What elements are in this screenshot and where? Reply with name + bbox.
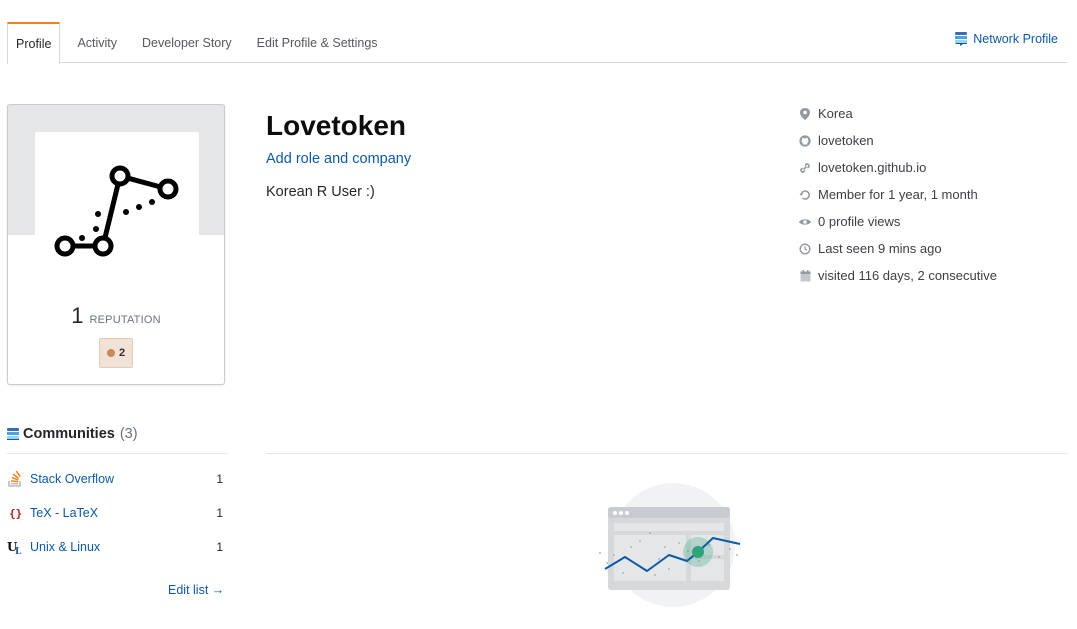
tab-activity[interactable]: Activity: [69, 23, 125, 63]
community-reputation: 1: [216, 540, 223, 554]
communities-title: Communities: [23, 426, 115, 442]
stackoverflow-icon: [7, 471, 23, 487]
detail-website-text[interactable]: lovetoken.github.io: [818, 160, 926, 175]
history-icon: [799, 189, 811, 201]
avatar-graph-image: [54, 165, 179, 257]
detail-github-text[interactable]: lovetoken: [818, 133, 874, 148]
avatar[interactable]: [35, 132, 199, 296]
tab-edit-profile-settings[interactable]: Edit Profile & Settings: [249, 23, 386, 63]
detail-member-for-text: Member for 1 year, 1 month: [818, 187, 978, 202]
reputation-label: REPUTATION: [89, 314, 161, 326]
avatar-card: 1 REPUTATION 2: [7, 104, 225, 385]
edit-communities-link[interactable]: Edit list →: [168, 583, 224, 597]
detail-visited: visited 116 days, 2 consecutive: [799, 262, 1069, 289]
detail-last-seen-text: Last seen 9 mins ago: [818, 241, 942, 256]
main-section-divider: [266, 453, 1067, 454]
svg-text:{}: {}: [9, 507, 22, 520]
detail-website[interactable]: lovetoken.github.io: [799, 154, 1069, 181]
user-display-name: Lovetoken: [266, 110, 407, 141]
svg-text:L: L: [15, 547, 22, 555]
community-reputation: 1: [216, 506, 223, 520]
profile-tabs: Profile Activity Developer Story Edit Pr…: [7, 21, 395, 64]
communities-divider: [7, 453, 227, 454]
community-list: Stack Overflow 1 {} TeX - LaTeX 1 U L Un…: [7, 462, 225, 564]
clock-icon: [799, 242, 811, 255]
detail-last-seen: Last seen 9 mins ago: [799, 235, 1069, 262]
detail-location: Korea: [799, 100, 1069, 127]
eye-icon: [799, 216, 811, 228]
tab-developer-story[interactable]: Developer Story: [134, 23, 240, 63]
calendar-icon: [799, 269, 811, 282]
user-details: Korea lovetoken lovetoken.github.io Memb…: [799, 100, 1069, 289]
communities-count: (3): [119, 426, 138, 442]
detail-profile-views-text: 0 profile views: [818, 214, 901, 229]
detail-github[interactable]: lovetoken: [799, 127, 1069, 154]
community-item-tex-latex[interactable]: {} TeX - LaTeX 1: [7, 496, 225, 530]
detail-profile-views: 0 profile views: [799, 208, 1069, 235]
stack-exchange-icon: [7, 427, 19, 441]
bronze-badge-icon: [106, 349, 115, 357]
tex-icon: {}: [7, 505, 23, 521]
community-reputation: 1: [216, 472, 223, 486]
user-about: Korean R User :): [266, 184, 375, 200]
network-profile-link[interactable]: Network Profile: [955, 32, 1058, 46]
tab-profile[interactable]: Profile: [7, 22, 61, 64]
github-icon: [799, 134, 811, 147]
location-icon: [799, 107, 811, 120]
link-icon: [799, 162, 811, 174]
detail-visited-text: visited 116 days, 2 consecutive: [818, 268, 997, 283]
detail-member-for: Member for 1 year, 1 month: [799, 181, 1069, 208]
bronze-badge-count[interactable]: 2: [99, 338, 133, 368]
reputation-value: 1: [71, 303, 84, 328]
reputation[interactable]: 1 REPUTATION: [8, 303, 224, 329]
community-name[interactable]: TeX - LaTeX: [30, 506, 216, 520]
bronze-badge-value: 2: [118, 347, 126, 359]
detail-location-text: Korea: [818, 106, 853, 121]
community-item-unix-linux[interactable]: U L Unix & Linux 1: [7, 530, 225, 564]
community-name[interactable]: Unix & Linux: [30, 540, 216, 554]
stack-exchange-icon: [955, 32, 968, 46]
add-role-link[interactable]: Add role and company: [266, 151, 411, 167]
empty-state-illustration: [595, 483, 745, 624]
network-profile-label: Network Profile: [973, 32, 1058, 46]
tabs-divider: [7, 62, 1067, 63]
community-item-stack-overflow[interactable]: Stack Overflow 1: [7, 462, 225, 496]
communities-heading: Communities (3): [7, 426, 138, 442]
community-name[interactable]: Stack Overflow: [30, 472, 216, 486]
unix-linux-icon: U L: [7, 539, 23, 555]
